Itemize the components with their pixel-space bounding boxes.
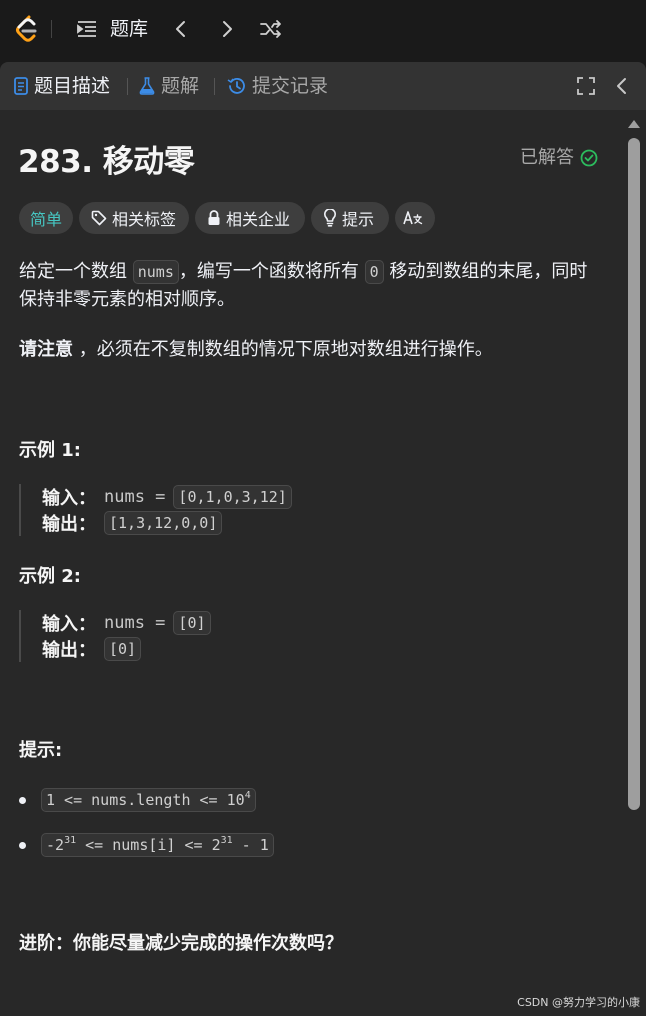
example-1-output: 输出： [1,3,12,0,0] bbox=[42, 510, 292, 536]
translate-icon bbox=[402, 211, 422, 225]
input-var: nums = bbox=[104, 613, 166, 633]
constraints-heading: 提示: bbox=[19, 740, 63, 761]
constraint-2: -231 <= nums[i] <= 231 - 1 bbox=[19, 831, 274, 859]
watermark: CSDN @努力学习的小康 bbox=[517, 996, 640, 1009]
scroll-up-arrow-icon[interactable] bbox=[627, 118, 641, 130]
example-2-input: 输入： nums = [0] bbox=[42, 610, 211, 636]
output-label: 输出： bbox=[42, 514, 96, 535]
desc-text-2: ，编写一个函数将所有 bbox=[178, 261, 365, 282]
problem-list-link[interactable]: 题库 bbox=[110, 17, 148, 41]
constraint-1: 1 <= nums.length <= 104 bbox=[19, 786, 256, 814]
divider bbox=[51, 20, 52, 38]
constraint-2-text-b: <= nums[i] <= 2 bbox=[76, 836, 221, 854]
constraint-1-text: 1 <= nums.length <= 10 bbox=[46, 791, 245, 809]
hint-tag-label: 提示 bbox=[342, 210, 375, 229]
constraint-2-code: -231 <= nums[i] <= 231 - 1 bbox=[41, 833, 274, 857]
leetcode-logo-icon[interactable] bbox=[14, 15, 40, 43]
history-icon bbox=[227, 78, 245, 94]
example-2-heading: 示例 2: bbox=[19, 566, 81, 587]
input-label: 输入： bbox=[42, 488, 96, 509]
note-bold: 请注意 bbox=[19, 339, 73, 360]
solved-label: 已解答 bbox=[520, 147, 574, 168]
output-label: 输出： bbox=[42, 640, 96, 661]
example-2-block: 输入： nums = [0] 输出： [0] bbox=[19, 610, 211, 662]
problem-note: 请注意 ，必须在不复制数组的情况下原地对数组进行操作。 bbox=[19, 336, 599, 364]
bullet-dot bbox=[19, 841, 26, 849]
shuffle-icon[interactable] bbox=[259, 19, 283, 39]
flask-icon bbox=[139, 77, 155, 95]
code-zero: 0 bbox=[364, 260, 384, 284]
example-1-heading: 示例 1: bbox=[19, 440, 81, 461]
example-1-block: 输入： nums = [0,1,0,3,12] 输出： [1,3,12,0,0] bbox=[19, 484, 292, 536]
input-value: [0,1,0,3,12] bbox=[173, 485, 292, 509]
tab-solutions-label: 题解 bbox=[161, 75, 200, 97]
tab-bar: 题目描述 题解 提交记录 bbox=[0, 62, 646, 110]
topics-tag-button[interactable]: 相关标签 bbox=[79, 202, 189, 234]
tab-divider bbox=[127, 78, 128, 95]
note-text: ，必须在不复制数组的情况下原地对数组进行操作。 bbox=[73, 339, 493, 360]
collapse-panel-icon[interactable] bbox=[615, 76, 629, 96]
companies-tag-label: 相关企业 bbox=[226, 210, 291, 229]
constraint-1-exp: 4 bbox=[244, 790, 251, 801]
output-value: [0] bbox=[104, 637, 142, 661]
input-value: [0] bbox=[173, 611, 211, 635]
chevron-left-icon[interactable] bbox=[172, 19, 190, 39]
check-circle-icon bbox=[580, 149, 598, 167]
follow-up: 进阶：你能尽量减少完成的操作次数吗？ bbox=[19, 933, 343, 954]
input-var: nums = bbox=[104, 487, 166, 507]
problem-list-icon[interactable] bbox=[77, 20, 97, 38]
constraint-2-text-c: - 1 bbox=[232, 836, 269, 854]
difficulty-badge: 简单 bbox=[19, 202, 73, 234]
tab-divider bbox=[214, 78, 215, 95]
output-value: [1,3,12,0,0] bbox=[104, 511, 223, 535]
constraint-2-text-a: -2 bbox=[46, 836, 65, 854]
document-icon bbox=[14, 77, 28, 95]
constraint-2-exp-2: 31 bbox=[220, 835, 233, 846]
translate-button[interactable] bbox=[395, 202, 435, 234]
problem-statement: 给定一个数组 nums ，编写一个函数将所有 0 移动到数组的末尾，同时保持非零元… bbox=[19, 258, 599, 314]
example-2-output: 输出： [0] bbox=[42, 636, 211, 662]
problem-description: 283. 移动零 已解答 简单 相关标签 相关企业 提示 给定一个数组 nums… bbox=[0, 110, 622, 1016]
tab-submissions[interactable]: 提交记录 bbox=[226, 74, 328, 98]
scrollbar-thumb[interactable] bbox=[628, 138, 640, 810]
constraint-1-code: 1 <= nums.length <= 104 bbox=[41, 788, 256, 812]
companies-tag-button[interactable]: 相关企业 bbox=[195, 202, 305, 234]
tab-description-label: 题目描述 bbox=[34, 75, 111, 97]
fullscreen-icon[interactable] bbox=[577, 77, 595, 95]
problem-panel: 题目描述 题解 提交记录 283. 移动零 已解答 简单 相关标签 相关企业 提… bbox=[0, 62, 646, 1016]
tag-icon bbox=[91, 210, 107, 226]
code-nums: nums bbox=[132, 260, 179, 284]
solved-status: 已解答 bbox=[520, 146, 598, 170]
bullet-dot bbox=[19, 796, 26, 804]
tab-solutions[interactable]: 题解 bbox=[139, 74, 199, 98]
input-label: 输入： bbox=[42, 614, 96, 635]
top-bar: 题库 bbox=[0, 0, 646, 60]
tab-description[interactable]: 题目描述 bbox=[14, 74, 110, 98]
desc-text-1: 给定一个数组 bbox=[19, 261, 133, 282]
tab-submissions-label: 提交记录 bbox=[252, 75, 329, 97]
constraint-2-exp-1: 31 bbox=[64, 835, 77, 846]
lock-icon bbox=[208, 210, 220, 225]
hint-tag-button[interactable]: 提示 bbox=[311, 202, 389, 234]
problem-title[interactable]: 283. 移动零 bbox=[18, 142, 195, 182]
chevron-right-icon[interactable] bbox=[218, 19, 236, 39]
lightbulb-icon bbox=[324, 209, 336, 227]
example-1-input: 输入： nums = [0,1,0,3,12] bbox=[42, 484, 292, 510]
topics-tag-label: 相关标签 bbox=[112, 210, 177, 229]
